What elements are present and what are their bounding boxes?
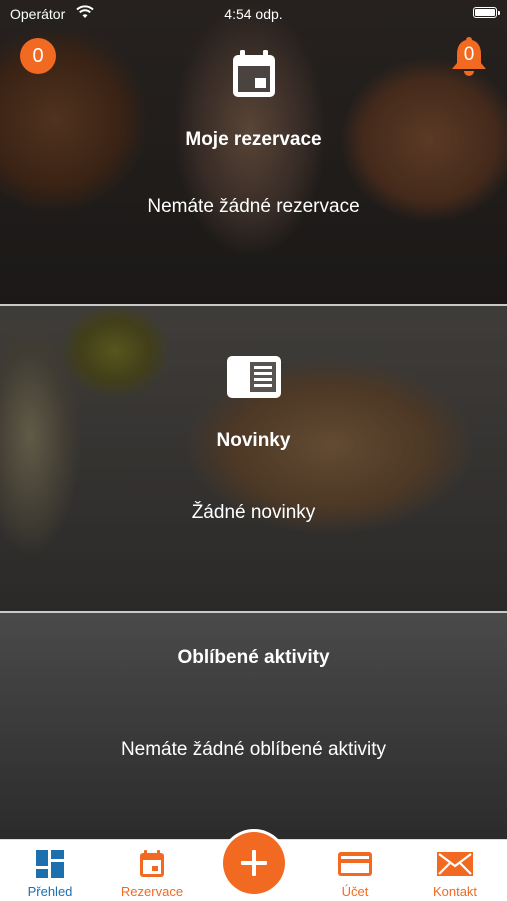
counter-value: 0 — [32, 44, 44, 67]
reservations-empty-text: Nemáte žádné rezervace — [147, 196, 360, 217]
reservations-section[interactable]: Moje rezervace Nemáte žádné rezervace — [0, 0, 507, 304]
envelope-icon — [436, 850, 474, 883]
tab-prehled[interactable]: Přehled — [0, 840, 100, 901]
newspaper-icon — [226, 354, 282, 405]
add-button[interactable] — [223, 832, 285, 894]
tab-rezervace[interactable]: Rezervace — [102, 840, 202, 901]
tab-label: Přehled — [27, 884, 73, 899]
reservation-counter-badge[interactable]: 0 — [20, 38, 56, 74]
news-section[interactable]: Novinky Žádné novinky — [0, 306, 507, 611]
tab-label: Účet — [341, 884, 369, 899]
dashboard-icon — [36, 850, 64, 883]
battery-icon — [473, 7, 500, 18]
tab-label: Rezervace — [120, 884, 184, 899]
plus-icon — [241, 850, 267, 876]
news-title: Novinky — [216, 430, 291, 451]
calendar-icon — [139, 850, 165, 883]
favorites-title: Oblíbené aktivity — [177, 647, 330, 668]
credit-card-icon — [337, 850, 373, 883]
calendar-icon — [230, 48, 278, 105]
status-bar: Operátor 4:54 odp. — [0, 0, 507, 28]
tab-ucet[interactable]: Účet — [305, 840, 405, 901]
tab-label: Kontakt — [432, 884, 478, 899]
status-time: 4:54 odp. — [224, 6, 283, 22]
reservations-title: Moje rezervace — [185, 129, 322, 150]
favorites-empty-text: Nemáte žádné oblíbené aktivity — [120, 739, 387, 760]
notification-count: 0 — [463, 44, 475, 65]
favorites-section[interactable]: Oblíbené aktivity Nemáte žádné oblíbené … — [0, 613, 507, 839]
notification-bell-button[interactable]: 0 — [447, 34, 491, 78]
news-empty-text: Žádné novinky — [191, 502, 316, 523]
tab-kontakt[interactable]: Kontakt — [405, 840, 505, 901]
